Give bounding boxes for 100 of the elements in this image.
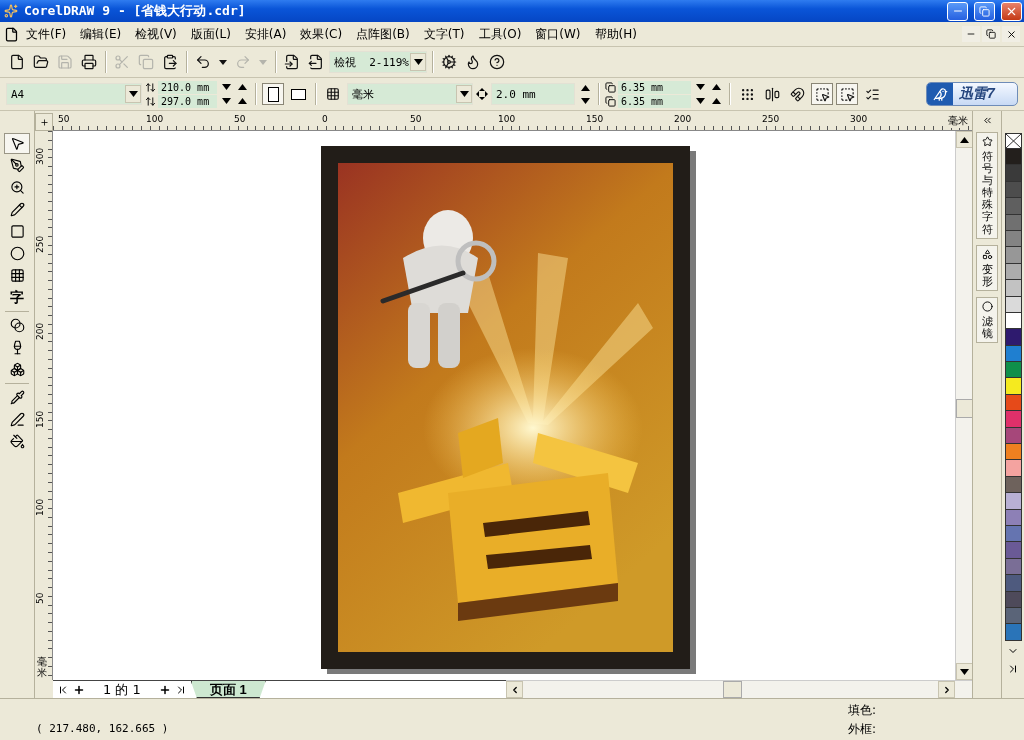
paper-size-combo[interactable]: A4	[6, 83, 142, 105]
zoom-combo[interactable]: 檢視 2-119%	[329, 51, 427, 73]
width-icon	[145, 81, 156, 93]
color-swatch[interactable]	[1004, 624, 1022, 641]
ruler-label: 50	[410, 114, 422, 124]
add-page-button[interactable]	[73, 683, 85, 696]
menu-item[interactable]: 版面(L)	[183, 23, 238, 45]
color-swatch[interactable]	[1004, 362, 1022, 379]
restore-button[interactable]	[982, 26, 1000, 42]
spin-down-button[interactable]	[693, 95, 707, 107]
color-swatch[interactable]	[1004, 198, 1022, 215]
page-tab[interactable]: 页面 1	[190, 681, 266, 698]
menu-item[interactable]: 安排(A)	[237, 23, 294, 45]
scroll-up-button[interactable]	[956, 131, 972, 148]
units-combo[interactable]: 毫米	[347, 83, 473, 105]
menu-item[interactable]: 点阵图(B)	[349, 23, 417, 45]
scroll-right-button[interactable]	[938, 681, 955, 698]
pick-tool-button[interactable]	[4, 133, 30, 154]
dropdown-button[interactable]	[410, 53, 426, 71]
duplicate-x-field[interactable]: 6.35 mm	[618, 80, 691, 94]
down-arrow-icon	[580, 97, 590, 104]
menu-item[interactable]: 帮助(H)	[587, 23, 644, 45]
portrait-button[interactable]	[262, 83, 284, 105]
spin-down-button[interactable]	[219, 95, 233, 107]
restore-button[interactable]	[974, 1, 995, 21]
menu-item[interactable]: 检视(V)	[128, 23, 184, 45]
color-swatch[interactable]	[1004, 460, 1022, 477]
duplicate-y-field[interactable]: 6.35 mm	[618, 94, 691, 108]
docker-tab[interactable]: 变形	[976, 244, 998, 291]
select-one-button[interactable]	[811, 83, 833, 105]
menu-item[interactable]: 文字(T)	[416, 23, 472, 45]
minimize-button[interactable]	[947, 1, 968, 21]
menu-item[interactable]: 编辑(E)	[73, 23, 129, 45]
color-swatch[interactable]	[1004, 280, 1022, 297]
close-button[interactable]	[1002, 26, 1020, 42]
vertical-scrollbar[interactable]	[955, 131, 972, 680]
color-swatch[interactable]	[1004, 493, 1022, 510]
spin-down-button[interactable]	[219, 81, 233, 93]
ruler-label: 50	[35, 592, 45, 604]
menu-item[interactable]: 文件(F)	[19, 23, 74, 45]
spin-down-button[interactable]	[693, 81, 707, 93]
cursor-coordinates: ( 217.480, 162.665 )	[36, 722, 169, 735]
import-icon	[284, 54, 300, 70]
spin-up-button[interactable]	[235, 81, 249, 93]
selection-pointer-icon	[839, 86, 855, 102]
clipboard-icon	[162, 54, 178, 70]
width-field[interactable]: 210.0 mm	[158, 80, 217, 94]
nudge-field[interactable]: 2.0 mm	[491, 83, 575, 105]
page-count: 1 的 1	[103, 681, 141, 698]
restore-icon	[979, 5, 990, 17]
color-swatch[interactable]	[1004, 329, 1022, 346]
document-icon[interactable]	[4, 26, 19, 42]
portrait-icon	[267, 86, 279, 102]
text-tool-button[interactable]: 字	[4, 287, 30, 308]
dropdown-button[interactable]	[456, 85, 472, 103]
down-arrow-icon	[459, 91, 469, 97]
collapse-icon[interactable]	[981, 115, 993, 126]
ruler-label: 200	[35, 323, 45, 341]
checklist-icon	[864, 86, 880, 102]
up-arrow-icon	[960, 136, 969, 143]
scroll-thumb[interactable]	[956, 399, 972, 418]
outline-label: 外框:	[847, 720, 876, 738]
caret-icon	[259, 59, 267, 65]
color-swatch[interactable]	[1004, 247, 1022, 264]
expand-icon[interactable]	[1007, 662, 1019, 675]
horizontal-scrollbar[interactable]	[506, 680, 972, 698]
add-page-button[interactable]	[158, 683, 171, 696]
height-field[interactable]: 297.0 mm	[158, 94, 217, 108]
spin-up-button[interactable]	[709, 95, 723, 107]
export-icon	[308, 54, 324, 70]
menu-item[interactable]: 窗口(W)	[528, 23, 588, 45]
select-all-button[interactable]	[836, 83, 858, 105]
scroll-down-button[interactable]	[956, 663, 972, 680]
menu-item[interactable]: 工具(O)	[471, 23, 529, 45]
scroll-left-button[interactable]	[506, 681, 523, 698]
color-swatch[interactable]	[1004, 444, 1022, 461]
duplicate-icon	[605, 81, 616, 93]
spin-up-button[interactable]	[709, 81, 723, 93]
menu-item[interactable]: 效果(C)	[293, 23, 350, 45]
color-swatch[interactable]	[1004, 378, 1022, 395]
scroll-thumb[interactable]	[723, 681, 742, 698]
dropdown-button[interactable]	[125, 85, 141, 103]
color-swatch[interactable]	[1004, 575, 1022, 592]
color-swatch[interactable]	[1004, 149, 1022, 166]
color-swatch[interactable]	[1004, 542, 1022, 559]
spin-up-button[interactable]	[235, 95, 249, 107]
no-color-icon[interactable]	[1004, 133, 1022, 149]
eyedropper-icon	[9, 390, 25, 405]
first-page-icon	[57, 683, 69, 696]
zoom-icon	[9, 180, 25, 195]
help-icon	[489, 54, 505, 70]
printer-icon	[81, 54, 97, 70]
color-swatch[interactable]	[1004, 165, 1022, 182]
save-icon	[57, 54, 73, 70]
docker-tab[interactable]: 符号与特殊字符	[976, 132, 998, 239]
download-badge[interactable]: 迅雷7	[926, 82, 1018, 106]
docker-tab[interactable]: 滤镜	[976, 296, 998, 344]
color-swatch[interactable]	[1004, 411, 1022, 428]
ruler-corner[interactable]	[35, 113, 53, 131]
first-page-button[interactable]	[57, 683, 69, 696]
